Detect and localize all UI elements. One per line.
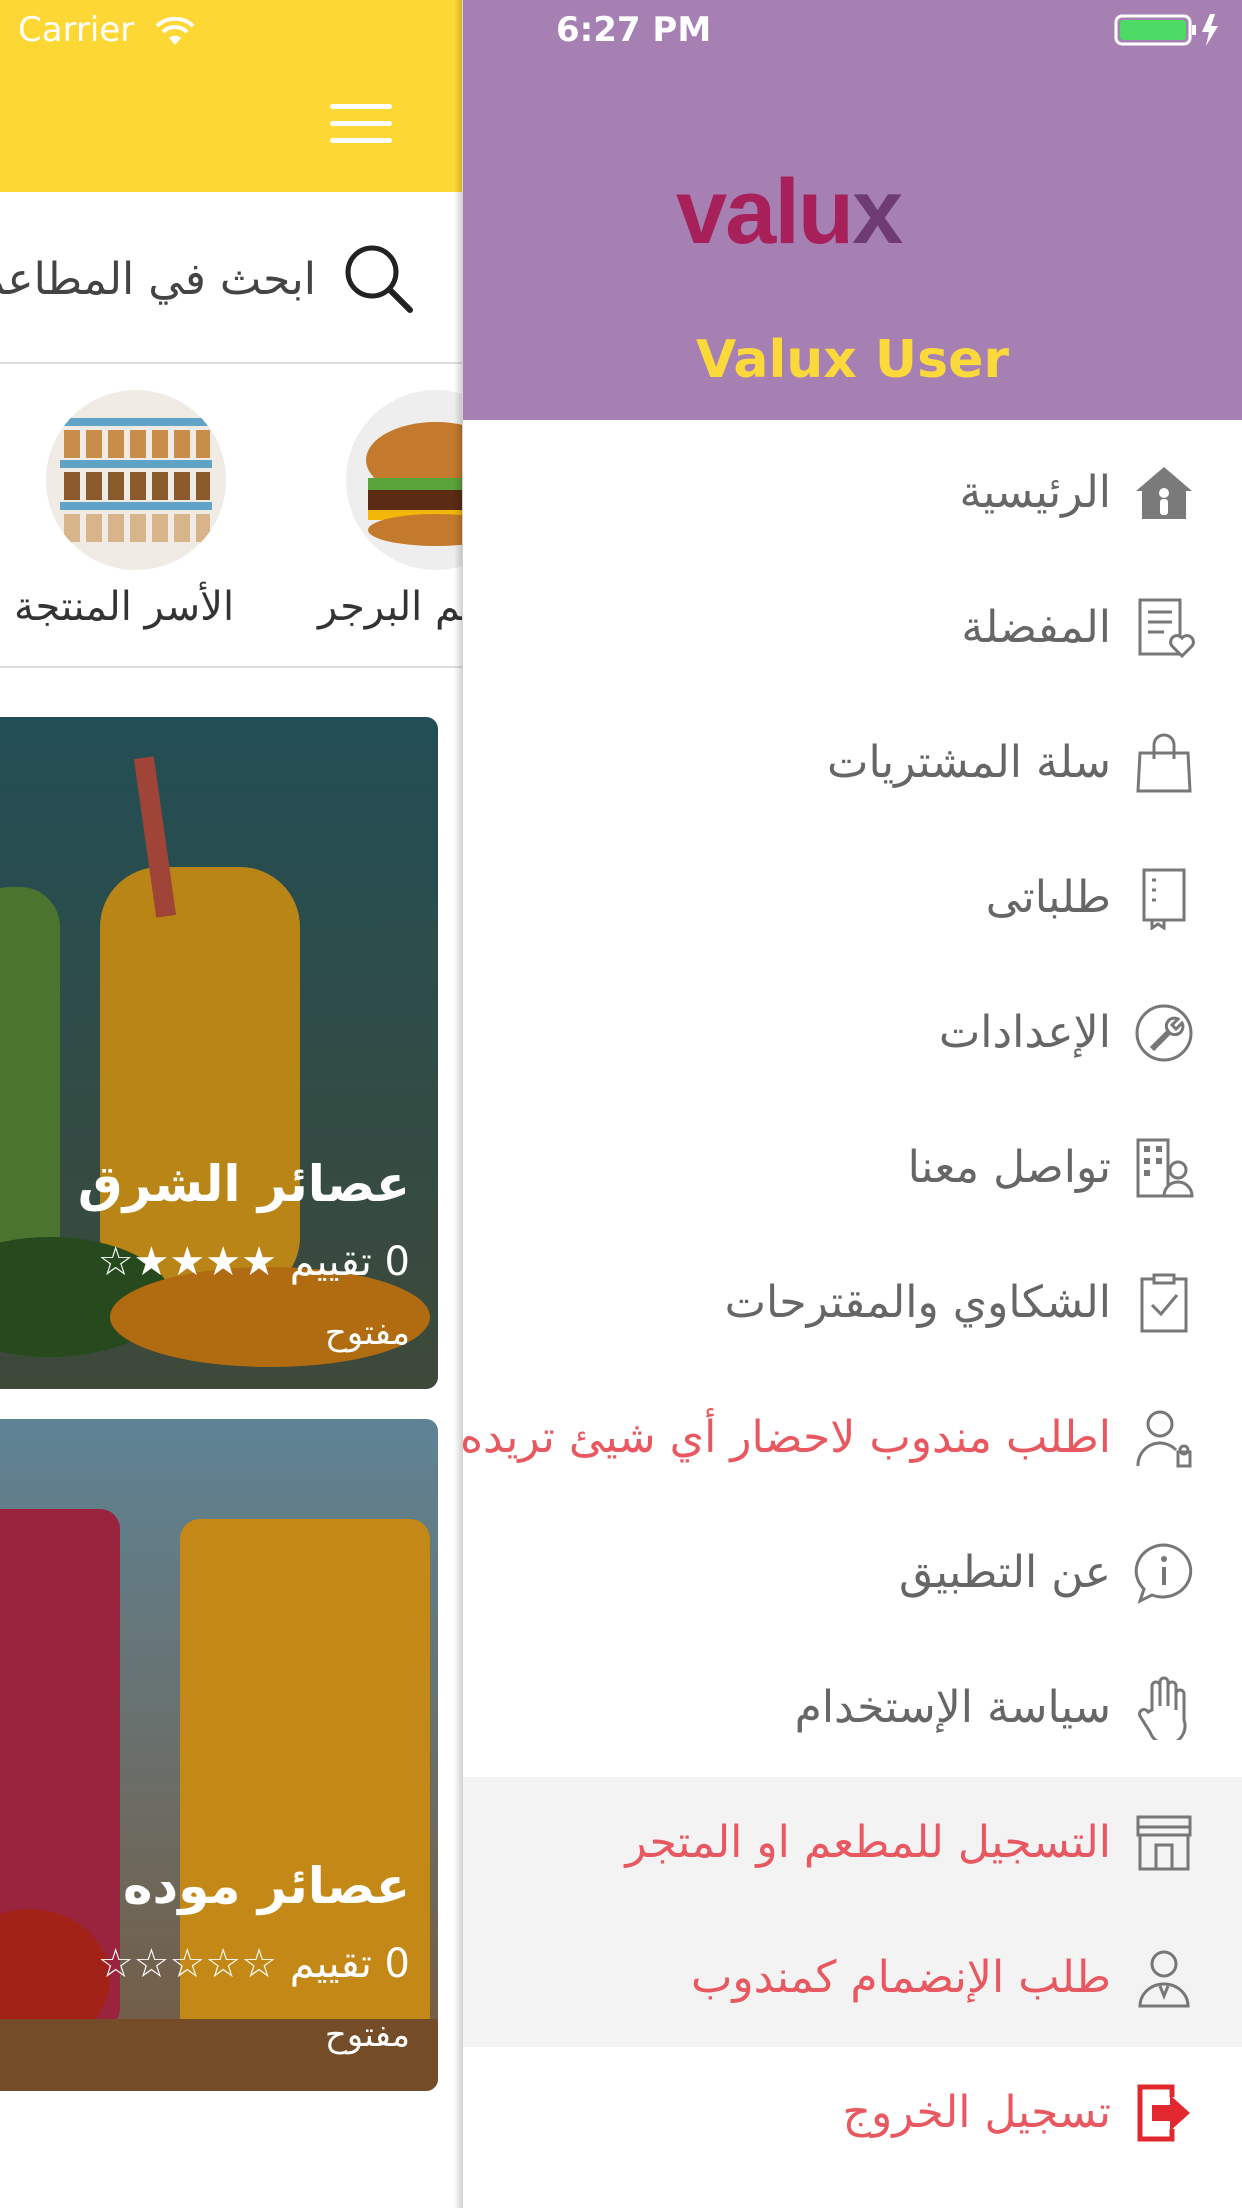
category-family-products[interactable] xyxy=(46,390,226,570)
menu-label: سياسة الإستخدام xyxy=(794,1682,1111,1733)
menu-label: تواصل معنا xyxy=(907,1142,1111,1193)
menu-label: الشكاوي والمقترحات xyxy=(724,1277,1111,1328)
menu-item-home[interactable]: الرئيسية xyxy=(463,427,1242,562)
menu-item-register-store[interactable]: التسجيل للمطعم او المتجر xyxy=(463,1777,1242,1912)
store-icon xyxy=(1136,1815,1192,1871)
menu-item-cart[interactable]: سلة المشتريات xyxy=(463,697,1242,832)
menu-label: طلباتى xyxy=(985,872,1111,923)
complaints-icon xyxy=(1140,1273,1188,1333)
rating-stars: ★★★★☆ xyxy=(97,1239,277,1285)
open-status: مفتوح xyxy=(324,1313,410,1353)
favorites-icon xyxy=(1138,598,1195,659)
menu-label: عن التطبيق xyxy=(899,1547,1111,1598)
category-burger[interactable] xyxy=(346,390,462,570)
user-name: Valux User xyxy=(695,330,1010,390)
rating-row: 0 تقييم ☆☆☆☆☆ xyxy=(98,1941,410,1987)
juice-card-image xyxy=(0,1419,438,2091)
juice-card-image xyxy=(0,717,438,1389)
menu-hamburger-icon[interactable] xyxy=(330,104,392,144)
main-header: Carrier xyxy=(0,0,462,192)
category-row: الأسر المنتجة مطاعم البرجر xyxy=(0,362,462,668)
restaurant-card[interactable]: عصائر الشرق 0 تقييم ★★★★☆ مفتوح xyxy=(0,717,438,1389)
menu-label: سلة المشتريات xyxy=(827,737,1111,788)
search-icon[interactable] xyxy=(340,240,416,316)
carrier-label: Carrier xyxy=(18,10,135,50)
courier-icon xyxy=(1138,1950,1190,2008)
menu-label: التسجيل للمطعم او المتجر xyxy=(625,1817,1111,1868)
menu-item-join-courier[interactable]: طلب الإنضمام كمندوب xyxy=(463,1912,1242,2047)
side-drawer: 6:27 PM valux Valux User الرئيسية المفضل… xyxy=(459,0,1242,2208)
menu-item-request-delegate[interactable]: اطلب مندوب لاحضار أي شيئ تريده xyxy=(459,1372,1242,1507)
menu-item-favorites[interactable]: المفضلة xyxy=(463,562,1242,697)
valux-logo: valux xyxy=(676,161,903,263)
menu-label: الرئيسية xyxy=(959,467,1111,518)
menu-item-orders[interactable]: طلباتى xyxy=(463,832,1242,967)
drawer-header: 6:27 PM valux Valux User xyxy=(463,0,1242,420)
menu-item-contact[interactable]: تواصل معنا xyxy=(463,1102,1242,1237)
logout-icon xyxy=(1137,2084,1190,2142)
restaurant-card[interactable]: عصائر موده 0 تقييم ☆☆☆☆☆ مفتوح xyxy=(0,1419,438,2091)
restaurant-name: عصائر الشرق xyxy=(77,1155,410,1213)
menu-item-settings[interactable]: الإعدادات xyxy=(463,967,1242,1102)
menu-item-complaints[interactable]: الشكاوي والمقترحات xyxy=(463,1237,1242,1372)
shopping-bag-icon xyxy=(1136,733,1192,793)
burger-image xyxy=(346,390,462,570)
search-input[interactable]: ابحث في المطاعم xyxy=(0,254,316,305)
menu-item-about[interactable]: عن التطبيق xyxy=(463,1507,1242,1642)
rating-count: 0 تقييم xyxy=(289,1239,410,1285)
hand-icon xyxy=(1138,1676,1187,1740)
menu-label: اطلب مندوب لاحضار أي شيئ تريده xyxy=(459,1412,1111,1463)
rating-stars: ☆☆☆☆☆ xyxy=(97,1941,277,1987)
menu-item-terms[interactable]: سياسة الإستخدام xyxy=(463,1642,1242,1777)
settings-icon xyxy=(1135,1004,1193,1062)
wifi-icon xyxy=(155,16,195,45)
restaurant-name: عصائر موده xyxy=(123,1857,410,1915)
menu-label: طلب الإنضمام كمندوب xyxy=(691,1952,1111,2003)
menu-label: تسجيل الخروج xyxy=(842,2087,1111,2138)
rating-count: 0 تقييم xyxy=(289,1941,410,1987)
menu-item-logout[interactable]: تسجيل الخروج xyxy=(463,2047,1242,2182)
battery-icon xyxy=(1114,14,1218,46)
menu-label: المفضلة xyxy=(961,602,1111,653)
info-icon xyxy=(1134,1543,1193,1604)
rating-row: 0 تقييم ★★★★☆ xyxy=(98,1239,410,1285)
contact-icon xyxy=(1136,1138,1194,1198)
search-bar[interactable]: ابحث في المطاعم xyxy=(0,192,462,364)
main-screen: Carrier ابحث في المطاعم الأسر المنتجة م … xyxy=(0,0,462,2208)
category-label[interactable]: الأسر المنتجة xyxy=(14,584,234,630)
orders-icon xyxy=(1142,868,1186,930)
home-icon xyxy=(1136,467,1192,519)
carrier-status: Carrier xyxy=(18,10,195,50)
category-label[interactable]: مطاعم البرجر xyxy=(318,584,462,630)
menu-label: الإعدادات xyxy=(938,1007,1111,1058)
open-status: مفتوح xyxy=(324,2015,410,2055)
family-products-image xyxy=(46,390,226,570)
status-time: 6:27 PM xyxy=(556,10,712,50)
delegate-icon xyxy=(1136,1410,1192,1468)
